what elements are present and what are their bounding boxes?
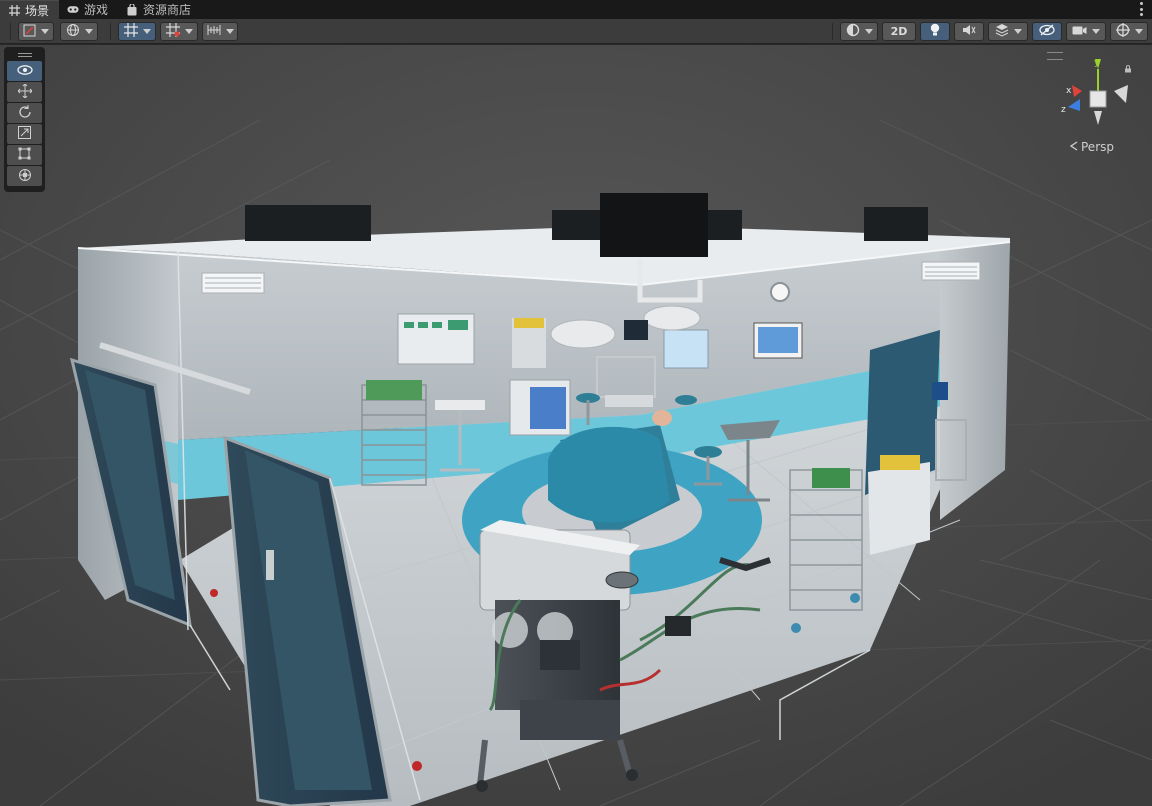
chevron-left-icon bbox=[1069, 140, 1078, 154]
rect-tool-button[interactable] bbox=[7, 145, 42, 165]
global-local-dropdown[interactable] bbox=[60, 22, 98, 41]
palette-grip-handle[interactable] bbox=[7, 50, 42, 60]
draw-mode-dropdown[interactable] bbox=[18, 22, 54, 41]
transform-tool-icon bbox=[18, 168, 32, 185]
tab-asset-store[interactable]: 资源商店 bbox=[118, 0, 201, 19]
scale-tool-icon bbox=[18, 126, 31, 142]
ruler-icon bbox=[207, 24, 221, 39]
gizmo-z-label: z bbox=[1061, 105, 1066, 115]
view-tool-button[interactable] bbox=[7, 61, 42, 81]
projection-toggle[interactable]: Persp bbox=[1069, 140, 1114, 154]
tab-asset-store-label: 资源商店 bbox=[143, 3, 192, 17]
camera-icon bbox=[1072, 25, 1087, 39]
global-local-icon bbox=[66, 23, 80, 40]
grid-snap-icon bbox=[123, 23, 138, 40]
scene-viewport[interactable] bbox=[0, 45, 1152, 806]
orientation-gizmo[interactable]: y x z bbox=[1058, 55, 1138, 135]
draw-mode-icon bbox=[23, 24, 36, 40]
scale-tool-button[interactable] bbox=[7, 124, 42, 144]
increment-snap-icon bbox=[165, 23, 180, 40]
move-tool-icon bbox=[16, 82, 33, 101]
shading-mode-icon bbox=[846, 23, 860, 40]
gizmos-icon bbox=[1115, 23, 1130, 40]
effects-icon bbox=[995, 23, 1009, 40]
gizmo-x-label: x bbox=[1066, 86, 1072, 96]
tab-game-label: 游戏 bbox=[84, 3, 109, 17]
audio-icon bbox=[962, 24, 976, 39]
scene-toolbar: 2D bbox=[0, 19, 1152, 44]
gizmo-y-label: y bbox=[1094, 58, 1100, 68]
tool-palette bbox=[4, 47, 45, 192]
scene-render[interactable] bbox=[0, 45, 1152, 806]
lighting-toggle[interactable] bbox=[920, 22, 950, 41]
rect-tool-icon bbox=[18, 147, 31, 163]
mode-2d-button[interactable]: 2D bbox=[882, 22, 916, 41]
tab-scene-label: 场景 bbox=[25, 3, 50, 18]
tab-bar: 场景 游戏 资源商店 bbox=[0, 0, 1152, 19]
transform-tool-button[interactable] bbox=[7, 166, 42, 186]
hidden-objects-toggle[interactable] bbox=[1032, 22, 1062, 41]
grid-snap-toggle[interactable] bbox=[118, 22, 156, 41]
tab-game[interactable]: 游戏 bbox=[59, 0, 118, 19]
grid-icon bbox=[8, 4, 20, 16]
increment-snap-dropdown[interactable] bbox=[160, 22, 198, 41]
rotate-tool-icon bbox=[18, 104, 32, 122]
gizmos-dropdown[interactable] bbox=[1110, 22, 1148, 41]
rotate-tool-button[interactable] bbox=[7, 103, 42, 123]
gamepad-icon bbox=[67, 4, 79, 16]
lighting-icon bbox=[929, 23, 941, 40]
effects-dropdown[interactable] bbox=[988, 22, 1028, 41]
camera-dropdown[interactable] bbox=[1066, 22, 1106, 41]
more-options-icon[interactable] bbox=[1138, 2, 1144, 16]
ruler-dropdown[interactable] bbox=[202, 22, 238, 41]
shading-mode-dropdown[interactable] bbox=[840, 22, 878, 41]
audio-toggle[interactable] bbox=[954, 22, 984, 41]
projection-label: Persp bbox=[1081, 140, 1114, 154]
hidden-objects-icon bbox=[1039, 24, 1055, 39]
move-tool-button[interactable] bbox=[7, 82, 42, 102]
shopping-bag-icon bbox=[126, 3, 138, 16]
tab-scene[interactable]: 场景 bbox=[0, 0, 60, 19]
view-tool-icon bbox=[16, 64, 33, 78]
